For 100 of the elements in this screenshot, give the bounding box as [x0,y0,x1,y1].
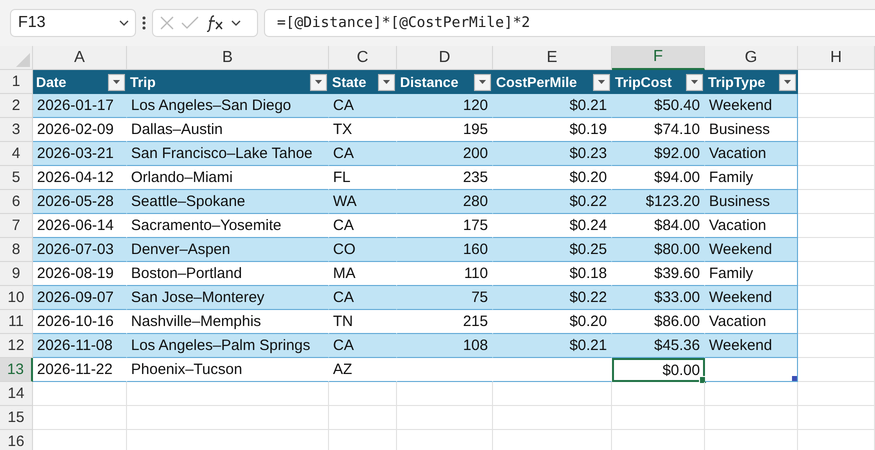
column-title: TripCost [615,74,672,90]
table-cell: Weekend [705,334,798,358]
empty-cell[interactable] [329,382,397,406]
table-cell: 75 [397,286,493,310]
table-cell: $0.22 [493,190,612,214]
row-header[interactable]: 16 [0,430,33,450]
caret-icon [691,80,698,84]
caret-icon [113,80,120,84]
caret-icon [479,80,486,84]
row-header[interactable]: 7 [0,214,33,238]
filter-button[interactable] [108,74,125,90]
column-header[interactable]: A [33,46,127,70]
caret-icon [315,80,322,84]
table-cell: San Francisco–Lake Tahoe [127,142,329,166]
table-cell: 280 [397,190,493,214]
empty-cell[interactable] [493,382,612,406]
table-cell: Seattle–Spokane [127,190,329,214]
table-cell: Business [705,190,798,214]
caret-icon [784,80,791,84]
filter-button[interactable] [474,74,491,90]
table-cell: CA [329,286,397,310]
filter-button[interactable] [378,74,395,90]
table-cell: Weekend [705,94,798,118]
empty-cell[interactable] [798,406,875,430]
table-cell: 2026-07-03 [33,238,127,262]
filter-button[interactable] [593,74,610,90]
filter-button[interactable] [686,74,703,90]
row-header[interactable]: 4 [0,142,33,166]
column-header[interactable]: H [798,46,875,70]
table-cell: CO [329,238,397,262]
table-cell: $0.23 [493,142,612,166]
column-header[interactable]: D [397,46,493,70]
table-cell: $33.00 [612,286,705,310]
column-title: CostPerMile [496,74,577,90]
filter-button[interactable] [310,74,327,90]
table-cell: Los Angeles–San Diego [127,94,329,118]
row-header[interactable]: 12 [0,334,33,358]
more-icon[interactable] [142,15,146,31]
table-cell: 2026-11-08 [33,334,127,358]
table-cell: 200 [397,142,493,166]
row-header[interactable]: 13 [0,358,33,382]
column-header[interactable]: G [705,46,798,70]
column-header[interactable]: B [127,46,329,70]
cancel-icon[interactable] [159,15,175,31]
table-cell: WA [329,190,397,214]
row-header[interactable]: 11 [0,310,33,334]
row-header[interactable]: 15 [0,406,33,430]
empty-cell[interactable] [798,382,875,406]
table-cell: $50.40 [612,94,705,118]
corner-triangle-icon [16,53,30,67]
table-cell: Los Angeles–Palm Springs [127,334,329,358]
check-icon[interactable] [181,16,199,30]
table-cell: Vacation [705,310,798,334]
column-header[interactable]: E [493,46,612,70]
table-cell: 2026-09-07 [33,286,127,310]
name-box[interactable]: F13 [10,9,136,37]
table-cell: Vacation [705,214,798,238]
empty-cell[interactable] [705,406,798,430]
empty-cell[interactable] [612,406,705,430]
table-cell: $0.21 [493,334,612,358]
row-header[interactable]: 1 [0,70,33,94]
table-cell: CA [329,334,397,358]
column-title: State [332,74,366,90]
empty-cell[interactable] [127,406,329,430]
row-header[interactable]: 6 [0,190,33,214]
row-header[interactable]: 10 [0,286,33,310]
empty-cell[interactable] [329,406,397,430]
table-cell: Weekend [705,286,798,310]
column-header[interactable]: F [612,46,705,70]
active-cell[interactable]: $0.00 [612,358,705,382]
select-all-corner[interactable] [0,46,33,70]
table-cell: 2026-05-28 [33,190,127,214]
caret-icon [598,80,605,84]
formula-bar[interactable]: =[@Distance]*[@CostPerMile]*2 [264,9,875,37]
table-cell: CA [329,94,397,118]
empty-cell[interactable] [397,406,493,430]
column-title: Trip [130,74,156,90]
empty-cell[interactable] [493,406,612,430]
table-cell: Business [705,118,798,142]
row-header[interactable]: 14 [0,382,33,406]
row-header[interactable]: 2 [0,94,33,118]
table-cell: CA [329,142,397,166]
caret-icon [119,20,129,26]
table-cell: $80.00 [612,238,705,262]
row-header[interactable]: 9 [0,262,33,286]
row-header[interactable]: 5 [0,166,33,190]
table-cell: $0.25 [493,238,612,262]
function-icon[interactable] [205,14,225,32]
empty-cell[interactable] [397,382,493,406]
row-header[interactable]: 8 [0,238,33,262]
empty-cell[interactable] [127,382,329,406]
empty-cell[interactable] [705,382,798,406]
column-title: Date [36,74,66,90]
empty-cell[interactable] [612,382,705,406]
column-header[interactable]: C [329,46,397,70]
resize-handle[interactable] [792,376,797,381]
table-cell: Weekend [705,238,798,262]
row-header[interactable]: 3 [0,118,33,142]
table-cell: $123.20 [612,190,705,214]
filter-button[interactable] [779,74,796,90]
